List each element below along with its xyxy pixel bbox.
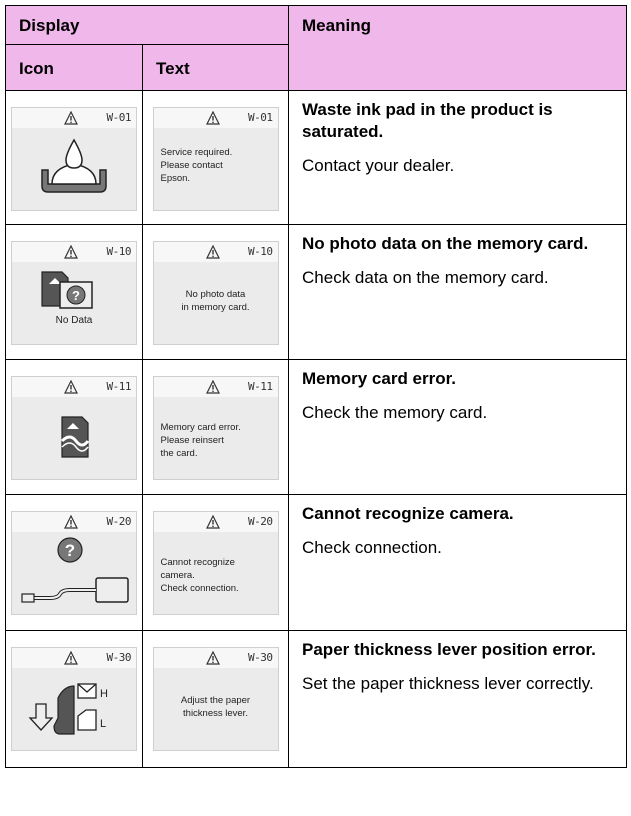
icon-cell: W-30 H L [5,630,143,768]
error-action: Set the paper thickness lever correctly. [302,674,594,693]
error-action: Check the memory card. [302,403,488,422]
table-row: W-10 ? No Data W-10 No photo data in mem… [5,224,628,360]
warning-icon [64,651,78,665]
error-code: W-10 [106,245,132,258]
screen-message: Memory card error. Please reinsert the c… [160,422,241,459]
text-cell: W-01 Service required. Please contact Ep… [141,90,290,225]
text-cell: W-11 Memory card error. Please reinsert … [141,359,290,495]
meaning-cell: Memory card error. Check the memory card… [288,359,628,495]
error-action: Check data on the memory card. [302,268,549,287]
lcd-screen: W-20 ? [11,511,137,615]
warning-icon [205,111,220,125]
lcd-screen: W-30 Adjust the paper thickness lever. [152,647,279,751]
meaning-cell: Waste ink pad in the product is saturate… [288,90,628,225]
error-code-table: Display Meaning Icon Text W-01 W-01 Serv… [4,5,628,768]
text-cell: W-10 No photo data in memory card. [141,224,290,360]
lcd-screen: W-20 Cannot recognize camera. Check conn… [152,511,279,615]
error-title: Waste ink pad in the product is saturate… [302,100,553,141]
no-photo-data-icon: ? No Data [41,271,93,326]
icon-caption: No Data [56,315,93,326]
memory-card-error-icon [60,416,90,458]
error-title: Cannot recognize camera. [302,504,514,523]
text-header: Text [141,44,290,91]
error-code: W-20 [106,515,132,528]
error-code: W-01 [248,111,273,124]
svg-text:?: ? [72,288,80,303]
error-code: W-30 [248,651,273,664]
screen-message: No photo data in memory card. [181,289,250,313]
error-code: W-30 [106,651,132,664]
table-row: W-01 W-01 Service required. Please conta… [5,90,628,225]
screen-message: Service required. Please contact Epson. [160,147,233,184]
lcd-screen: W-30 H L [11,647,137,751]
error-action: Contact your dealer. [302,156,455,175]
warning-icon [64,515,78,529]
error-code: W-10 [248,245,273,258]
table-row: W-11 W-11 Memory card error. Please rein… [5,359,628,495]
error-code: W-01 [106,111,132,124]
camera-connection-icon: ? [21,537,129,603]
warning-icon [205,380,220,394]
lcd-screen: W-11 [11,376,137,480]
error-code: W-20 [248,515,273,528]
icon-cell: W-11 [5,359,143,495]
lever-label-high: H [100,688,108,700]
icon-cell: W-20 ? [5,494,143,631]
table-row: W-20 ? W-20 Cannot recognize camera. Che… [5,494,628,631]
meaning-cell: Paper thickness lever position error. Se… [288,630,628,768]
svg-text:?: ? [65,541,75,560]
warning-icon [64,111,78,125]
warning-icon [64,380,78,394]
paper-thickness-lever-icon: H L [28,683,108,735]
warning-icon [205,651,220,665]
icon-cell: W-01 [5,90,143,225]
error-code: W-11 [106,380,132,393]
screen-message: Cannot recognize camera. Check connectio… [160,557,239,594]
warning-icon [205,515,220,529]
table-row: W-30 H L W-30 Adjust the paper thickness… [5,630,628,768]
lcd-screen: W-10 No photo data in memory card. [152,241,279,345]
display-header: Display [4,5,290,45]
lever-label-low: L [100,718,106,730]
lcd-screen: W-01 Service required. Please contact Ep… [152,107,279,211]
error-title: Paper thickness lever position error. [302,640,596,659]
icon-header: Icon [5,44,143,91]
text-cell: W-30 Adjust the paper thickness lever. [141,630,290,768]
waste-ink-pad-icon [41,138,107,193]
warning-icon [205,245,220,259]
meaning-cell: Cannot recognize camera. Check connectio… [288,494,628,631]
error-action: Check connection. [302,538,442,557]
lcd-screen: W-11 Memory card error. Please reinsert … [152,376,279,480]
text-cell: W-20 Cannot recognize camera. Check conn… [141,494,290,631]
icon-cell: W-10 ? No Data [5,224,143,360]
screen-message: Adjust the paper thickness lever. [180,695,251,719]
meaning-header: Meaning [288,5,628,91]
error-code: W-11 [248,380,273,393]
warning-icon [64,245,78,259]
error-title: No photo data on the memory card. [302,234,589,253]
lcd-screen: W-01 [11,107,137,211]
error-title: Memory card error. [302,369,457,388]
meaning-cell: No photo data on the memory card. Check … [288,224,628,360]
lcd-screen: W-10 ? No Data [11,241,137,345]
